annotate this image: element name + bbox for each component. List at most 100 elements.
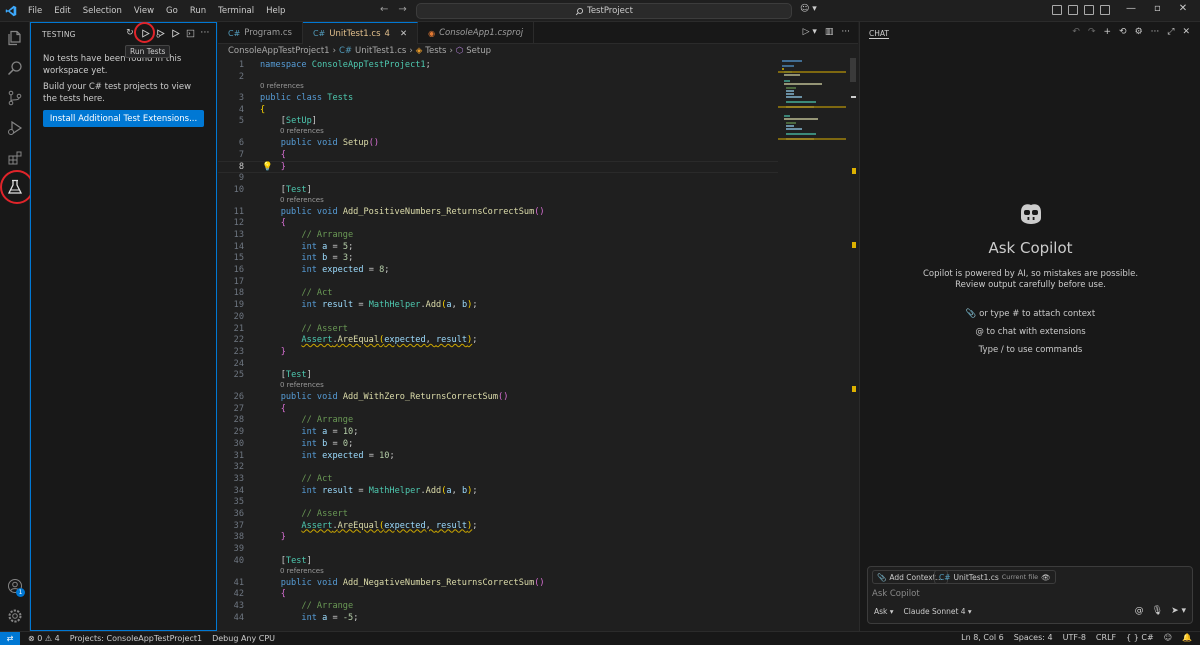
copilot-status-icon[interactable]: ☺ [1164, 633, 1172, 642]
tab-problems-count: 4 [384, 28, 390, 39]
mode-label: Ask [874, 607, 888, 616]
minimize-icon[interactable]: — [1126, 3, 1136, 14]
menu-file[interactable]: File [22, 6, 48, 16]
split-editor-icon[interactable]: ▥ [825, 27, 834, 37]
cursor-position[interactable]: Ln 8, Col 6 [961, 633, 1004, 642]
tab-unittest1-cs[interactable]: C# UnitTest1.cs 4 ✕ [302, 22, 419, 44]
current-file-name: UnitTest1.cs [953, 572, 999, 582]
microphone-icon[interactable]: 🎙 [1152, 606, 1163, 616]
source-control-icon[interactable] [0, 84, 30, 112]
mode-picker[interactable]: Ask ▾ [874, 607, 894, 616]
build-projects-message: Build your C# test projects to view the … [43, 82, 192, 104]
menu-view[interactable]: View [128, 6, 160, 16]
editor-group: C# Program.cs C# UnitTest1.cs 4 ✕ ◉ Cons… [218, 22, 858, 631]
toggle-secondary-sidebar-icon[interactable] [1084, 5, 1094, 15]
back-arrow-icon[interactable]: ← [380, 4, 388, 15]
redo-icon[interactable]: ↷ [1088, 27, 1096, 37]
remote-indicator-icon[interactable]: ⇄ [0, 631, 20, 645]
tab-label: UnitTest1.cs [329, 28, 381, 39]
editor-actions: ▷ ▾ ▥ ··· [803, 27, 850, 37]
forward-arrow-icon[interactable]: → [398, 4, 406, 15]
menu-bar: File Edit Selection View Go Run Terminal… [22, 6, 291, 16]
highlight-circle-testing [0, 170, 34, 204]
breadcrumb-file[interactable]: UnitTest1.cs [355, 46, 406, 56]
install-test-extensions-button[interactable]: Install Additional Test Extensions... [43, 110, 204, 127]
manage-gear-icon[interactable] [0, 602, 30, 630]
more-actions-icon[interactable]: ··· [200, 27, 210, 39]
new-chat-icon[interactable]: + [1103, 27, 1111, 37]
menu-go[interactable]: Go [160, 6, 184, 16]
account-icon[interactable]: 1 [0, 572, 30, 600]
undo-icon[interactable]: ↶ [1072, 27, 1080, 37]
command-center-search[interactable]: TestProject [416, 3, 792, 19]
highlight-circle-run-tests [134, 22, 155, 43]
customize-layout-icon[interactable] [1100, 5, 1110, 15]
close-panel-icon[interactable]: ✕ [1182, 27, 1190, 37]
build-config[interactable]: Debug Any CPU [212, 634, 275, 643]
chat-hint-context-text: or type # to attach context [979, 309, 1096, 319]
codelens-references[interactable]: 0 references [260, 82, 304, 90]
chat-welcome: Ask Copilot Copilot is powered by AI, so… [860, 202, 1200, 355]
history-icon[interactable]: ⟲ [1119, 27, 1127, 37]
settings-gear-icon[interactable]: ⚙ [1135, 27, 1143, 37]
navigation-arrows: ← → [380, 4, 407, 15]
current-file-chip[interactable]: C# UnitTest1.cs Current file 👁 [934, 570, 1056, 584]
indentation[interactable]: Spaces: 4 [1014, 633, 1053, 642]
tab-consoleapp1-csproj[interactable]: ◉ ConsoleApp1.csproj [418, 22, 535, 44]
maximize-icon[interactable]: ▫ [1154, 3, 1161, 14]
show-output-icon[interactable] [185, 27, 195, 39]
send-icon[interactable]: ➤ ▾ [1171, 606, 1186, 616]
tab-program-cs[interactable]: C# Program.cs [218, 22, 303, 44]
encoding[interactable]: UTF-8 [1063, 633, 1086, 642]
debug-tests-icon[interactable] [155, 27, 165, 39]
model-picker[interactable]: Claude Sonnet 4 ▾ [904, 607, 972, 616]
codelens-references[interactable]: 0 references [280, 127, 324, 135]
model-label: Claude Sonnet 4 [903, 607, 966, 616]
menu-selection[interactable]: Selection [77, 6, 128, 16]
toggle-primary-sidebar-icon[interactable] [1052, 5, 1062, 15]
eye-icon[interactable]: 👁 [1041, 573, 1051, 582]
close-tab-icon[interactable]: ✕ [400, 29, 407, 39]
run-with-coverage-icon[interactable] [170, 27, 180, 39]
code-editor[interactable]: 1 namespace ConsoleAppTestProject1; 2 0 r… [218, 58, 778, 631]
menu-help[interactable]: Help [260, 6, 291, 16]
status-right: Ln 8, Col 6 Spaces: 4 UTF-8 CRLF { } C# … [961, 633, 1192, 642]
menu-edit[interactable]: Edit [48, 6, 76, 16]
close-icon[interactable]: ✕ [1179, 3, 1187, 14]
toggle-panel-icon[interactable] [1068, 5, 1078, 15]
end-of-line[interactable]: CRLF [1096, 633, 1116, 642]
codelens-references[interactable]: 0 references [280, 567, 324, 575]
vscode-logo-icon [0, 0, 22, 22]
menu-run[interactable]: Run [184, 6, 212, 16]
chat-input-box[interactable]: 📎 Add Context... C# UnitTest1.cs Current… [867, 566, 1193, 624]
notifications-bell-icon[interactable]: 🔔 [1182, 633, 1192, 642]
run-file-icon[interactable]: ▷ ▾ [803, 27, 817, 37]
codelens-references[interactable]: 0 references [280, 381, 324, 389]
problems-indicator[interactable]: ⊗ 0 ⚠ 4 [28, 634, 60, 643]
chat-hint-extensions-text: to chat with extensions [986, 327, 1086, 337]
language-mode[interactable]: { } C# [1126, 633, 1154, 642]
run-and-debug-icon[interactable] [0, 114, 30, 142]
maximize-panel-icon[interactable]: ⤢ [1167, 27, 1174, 37]
menu-terminal[interactable]: Terminal [212, 6, 260, 16]
codelens-references[interactable]: 0 references [280, 196, 324, 204]
project-indicator[interactable]: Projects: ConsoleAppTestProject1 [70, 634, 202, 643]
chat-hint-commands: Type / to use commands [978, 345, 1083, 355]
breadcrumb-class[interactable]: Tests [425, 46, 446, 56]
editor-tabs: C# Program.cs C# UnitTest1.cs 4 ✕ ◉ Cons… [218, 22, 858, 44]
editor-more-icon[interactable]: ··· [841, 27, 850, 37]
search-text: TestProject [587, 6, 633, 16]
search-view-icon[interactable] [0, 54, 30, 82]
mention-icon[interactable]: @ [1135, 606, 1144, 616]
extensions-icon[interactable] [0, 144, 30, 172]
breadcrumb-method[interactable]: Setup [466, 46, 491, 56]
copilot-icon[interactable]: ☺ ▾ [800, 4, 817, 14]
chat-more-icon[interactable]: ··· [1151, 27, 1160, 37]
breadcrumb-project[interactable]: ConsoleAppTestProject1 [228, 46, 330, 56]
scrollbar-markers[interactable] [850, 58, 856, 631]
explorer-icon[interactable] [0, 24, 30, 52]
minimap[interactable] [778, 58, 846, 631]
chat-title[interactable]: CHAT [869, 29, 890, 39]
chat-input-placeholder[interactable]: Ask Copilot [872, 589, 920, 599]
csproj-file-icon: ◉ [428, 28, 436, 38]
